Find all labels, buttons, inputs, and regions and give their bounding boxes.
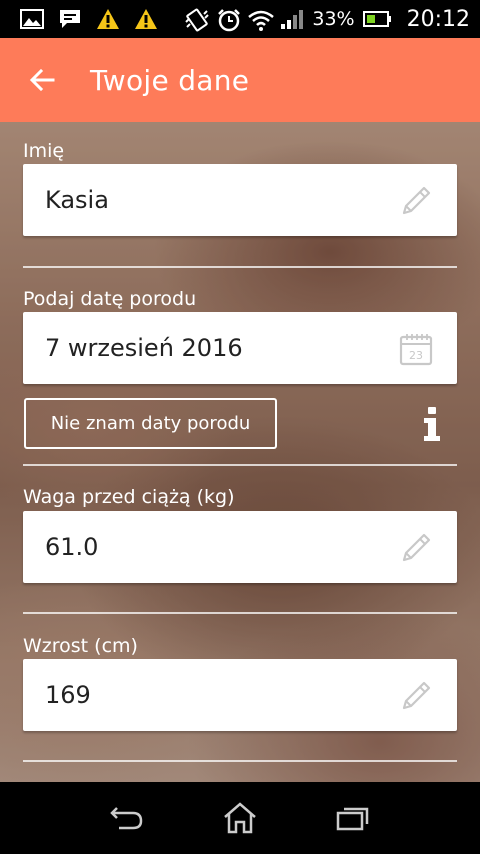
- info-icon: [424, 407, 440, 441]
- divider: [23, 266, 457, 268]
- vibrate-icon: [184, 8, 210, 32]
- home-icon: [224, 802, 256, 834]
- weight-field[interactable]: 61.0: [23, 511, 457, 583]
- back-button[interactable]: [18, 56, 66, 104]
- weight-value: 61.0: [45, 533, 99, 561]
- profile-form[interactable]: Imię Kasia Podaj datę porodu 7 wrzesień …: [0, 122, 480, 782]
- page-title: Twoje dane: [90, 63, 250, 97]
- pencil-icon[interactable]: [397, 529, 435, 567]
- warning-icon: [96, 8, 120, 30]
- gallery-icon: [20, 8, 44, 30]
- pencil-icon[interactable]: [397, 182, 435, 220]
- clock: 20:12: [406, 6, 470, 32]
- nav-recent-apps-button[interactable]: [323, 793, 383, 843]
- status-bar: 33% 20:12: [0, 0, 480, 38]
- divider: [23, 760, 457, 762]
- name-field[interactable]: Kasia: [23, 164, 457, 236]
- due-date-field[interactable]: 7 wrzesień 2016 23: [23, 312, 457, 384]
- message-icon: [58, 8, 82, 30]
- height-field[interactable]: 169: [23, 659, 457, 731]
- battery-percent: 33%: [312, 8, 355, 30]
- divider: [23, 464, 457, 466]
- back-icon: [109, 807, 142, 830]
- recent-apps-icon: [337, 807, 369, 831]
- arrow-back-icon: [29, 68, 55, 92]
- signal-icon: [280, 8, 304, 30]
- notification-icons: [20, 7, 158, 31]
- name-value: Kasia: [45, 186, 109, 214]
- height-value: 169: [45, 681, 91, 709]
- system-icons: 33% 20:12: [184, 0, 470, 38]
- app-bar: Twoje dane: [0, 38, 480, 122]
- calendar-icon[interactable]: 23: [397, 330, 435, 368]
- battery-icon: [362, 8, 393, 30]
- name-label: Imię: [23, 140, 65, 162]
- divider: [23, 612, 457, 614]
- height-label: Wzrost (cm): [23, 635, 138, 657]
- warning-icon: [134, 8, 158, 30]
- pencil-icon[interactable]: [397, 677, 435, 715]
- due-date-value: 7 wrzesień 2016: [45, 334, 243, 362]
- wifi-icon: [248, 8, 275, 31]
- alarm-icon: [216, 8, 241, 32]
- info-button[interactable]: [418, 404, 446, 444]
- weight-label: Waga przed ciążą (kg): [23, 486, 235, 508]
- nav-back-button[interactable]: [97, 793, 157, 843]
- unknown-due-date-button[interactable]: Nie znam daty porodu: [24, 398, 277, 449]
- nav-home-button[interactable]: [210, 793, 270, 843]
- due-date-label: Podaj datę porodu: [23, 288, 197, 310]
- calendar-day: 23: [409, 349, 423, 362]
- navigation-bar: [0, 782, 480, 854]
